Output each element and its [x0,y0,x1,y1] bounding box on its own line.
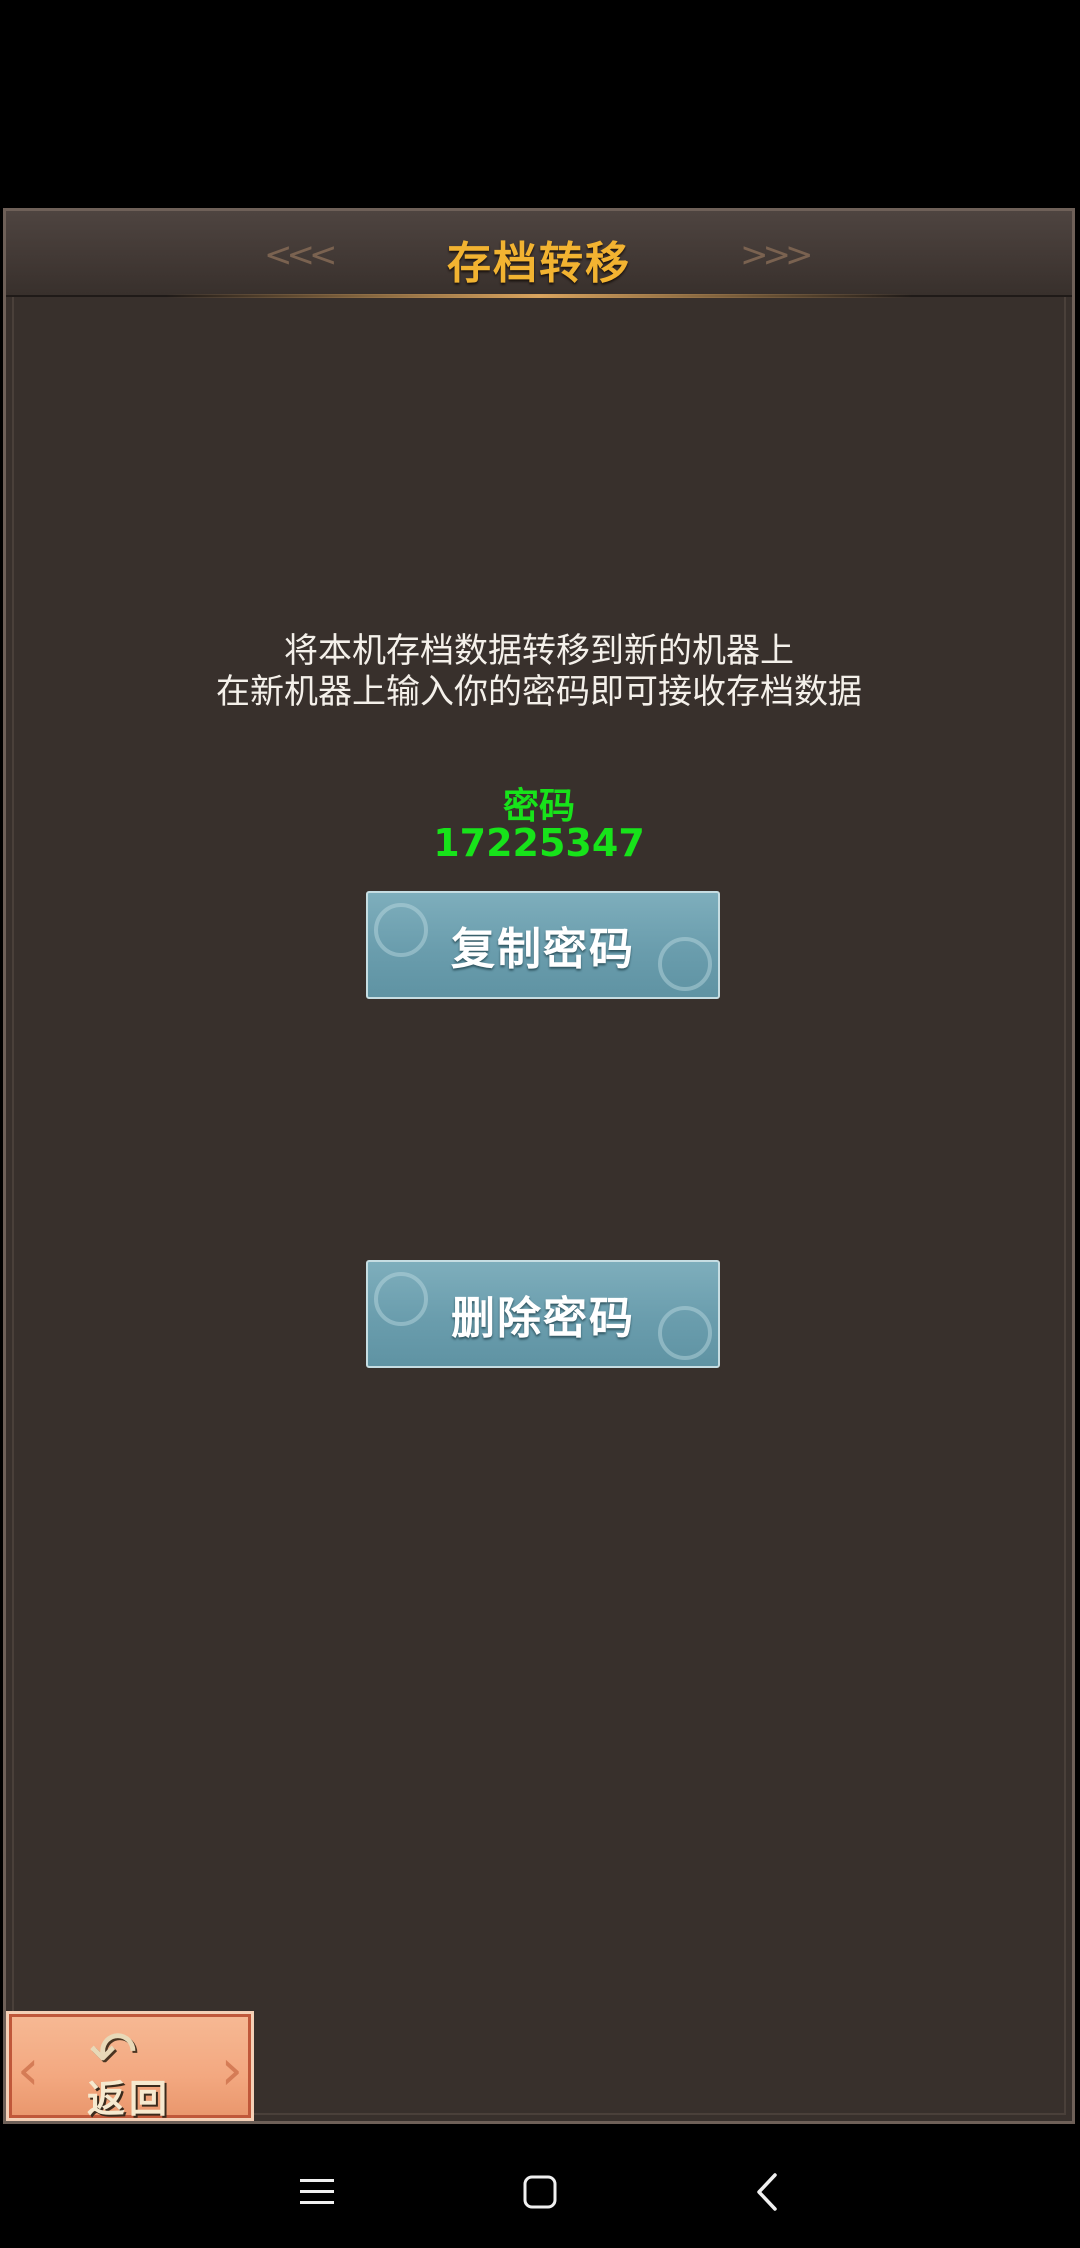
instructions-line-1: 将本机存档数据转移到新的机器上 [284,631,794,671]
page-title: 存档转移 [447,238,631,289]
save-transfer-panel: <<< 存档转移 >>> 将本机存档数据转移到新的机器上 在新机器上输入你的密码… [3,208,1075,2124]
instructions-text: 将本机存档数据转移到新的机器上 在新机器上输入你的密码即可接收存档数据 [6,631,1072,713]
delete-password-label: 删除密码 [451,1293,635,1344]
cloud-swirl-icon [658,937,712,991]
cloud-swirl-icon [374,1272,428,1326]
home-icon[interactable] [510,2162,570,2222]
cloud-swirl-icon [374,903,428,957]
menu-icon[interactable] [287,2162,347,2222]
copy-password-label: 复制密码 [451,924,635,975]
screen: <<< 存档转移 >>> 将本机存档数据转移到新的机器上 在新机器上输入你的密码… [0,0,1080,2248]
delete-password-button[interactable]: 删除密码 [366,1260,720,1368]
title-ornament-right-icon: >>> [740,235,814,275]
system-navigation-bar [0,2124,1080,2248]
chevron-left-icon[interactable] [737,2162,797,2222]
cloud-swirl-icon [658,1306,712,1360]
bracket-right-icon: › [220,2038,243,2103]
instructions-line-2: 在新机器上输入你的密码即可接收存档数据 [216,672,862,712]
back-button[interactable]: ‹ › ↶ 返回 [6,2011,254,2121]
title-bar: <<< 存档转移 >>> [6,211,1072,298]
password-value: 17225347 [433,821,645,865]
bracket-left-icon: ‹ [17,2038,40,2103]
back-button-label: 返回 [87,2077,172,2121]
copy-password-button[interactable]: 复制密码 [366,891,720,999]
